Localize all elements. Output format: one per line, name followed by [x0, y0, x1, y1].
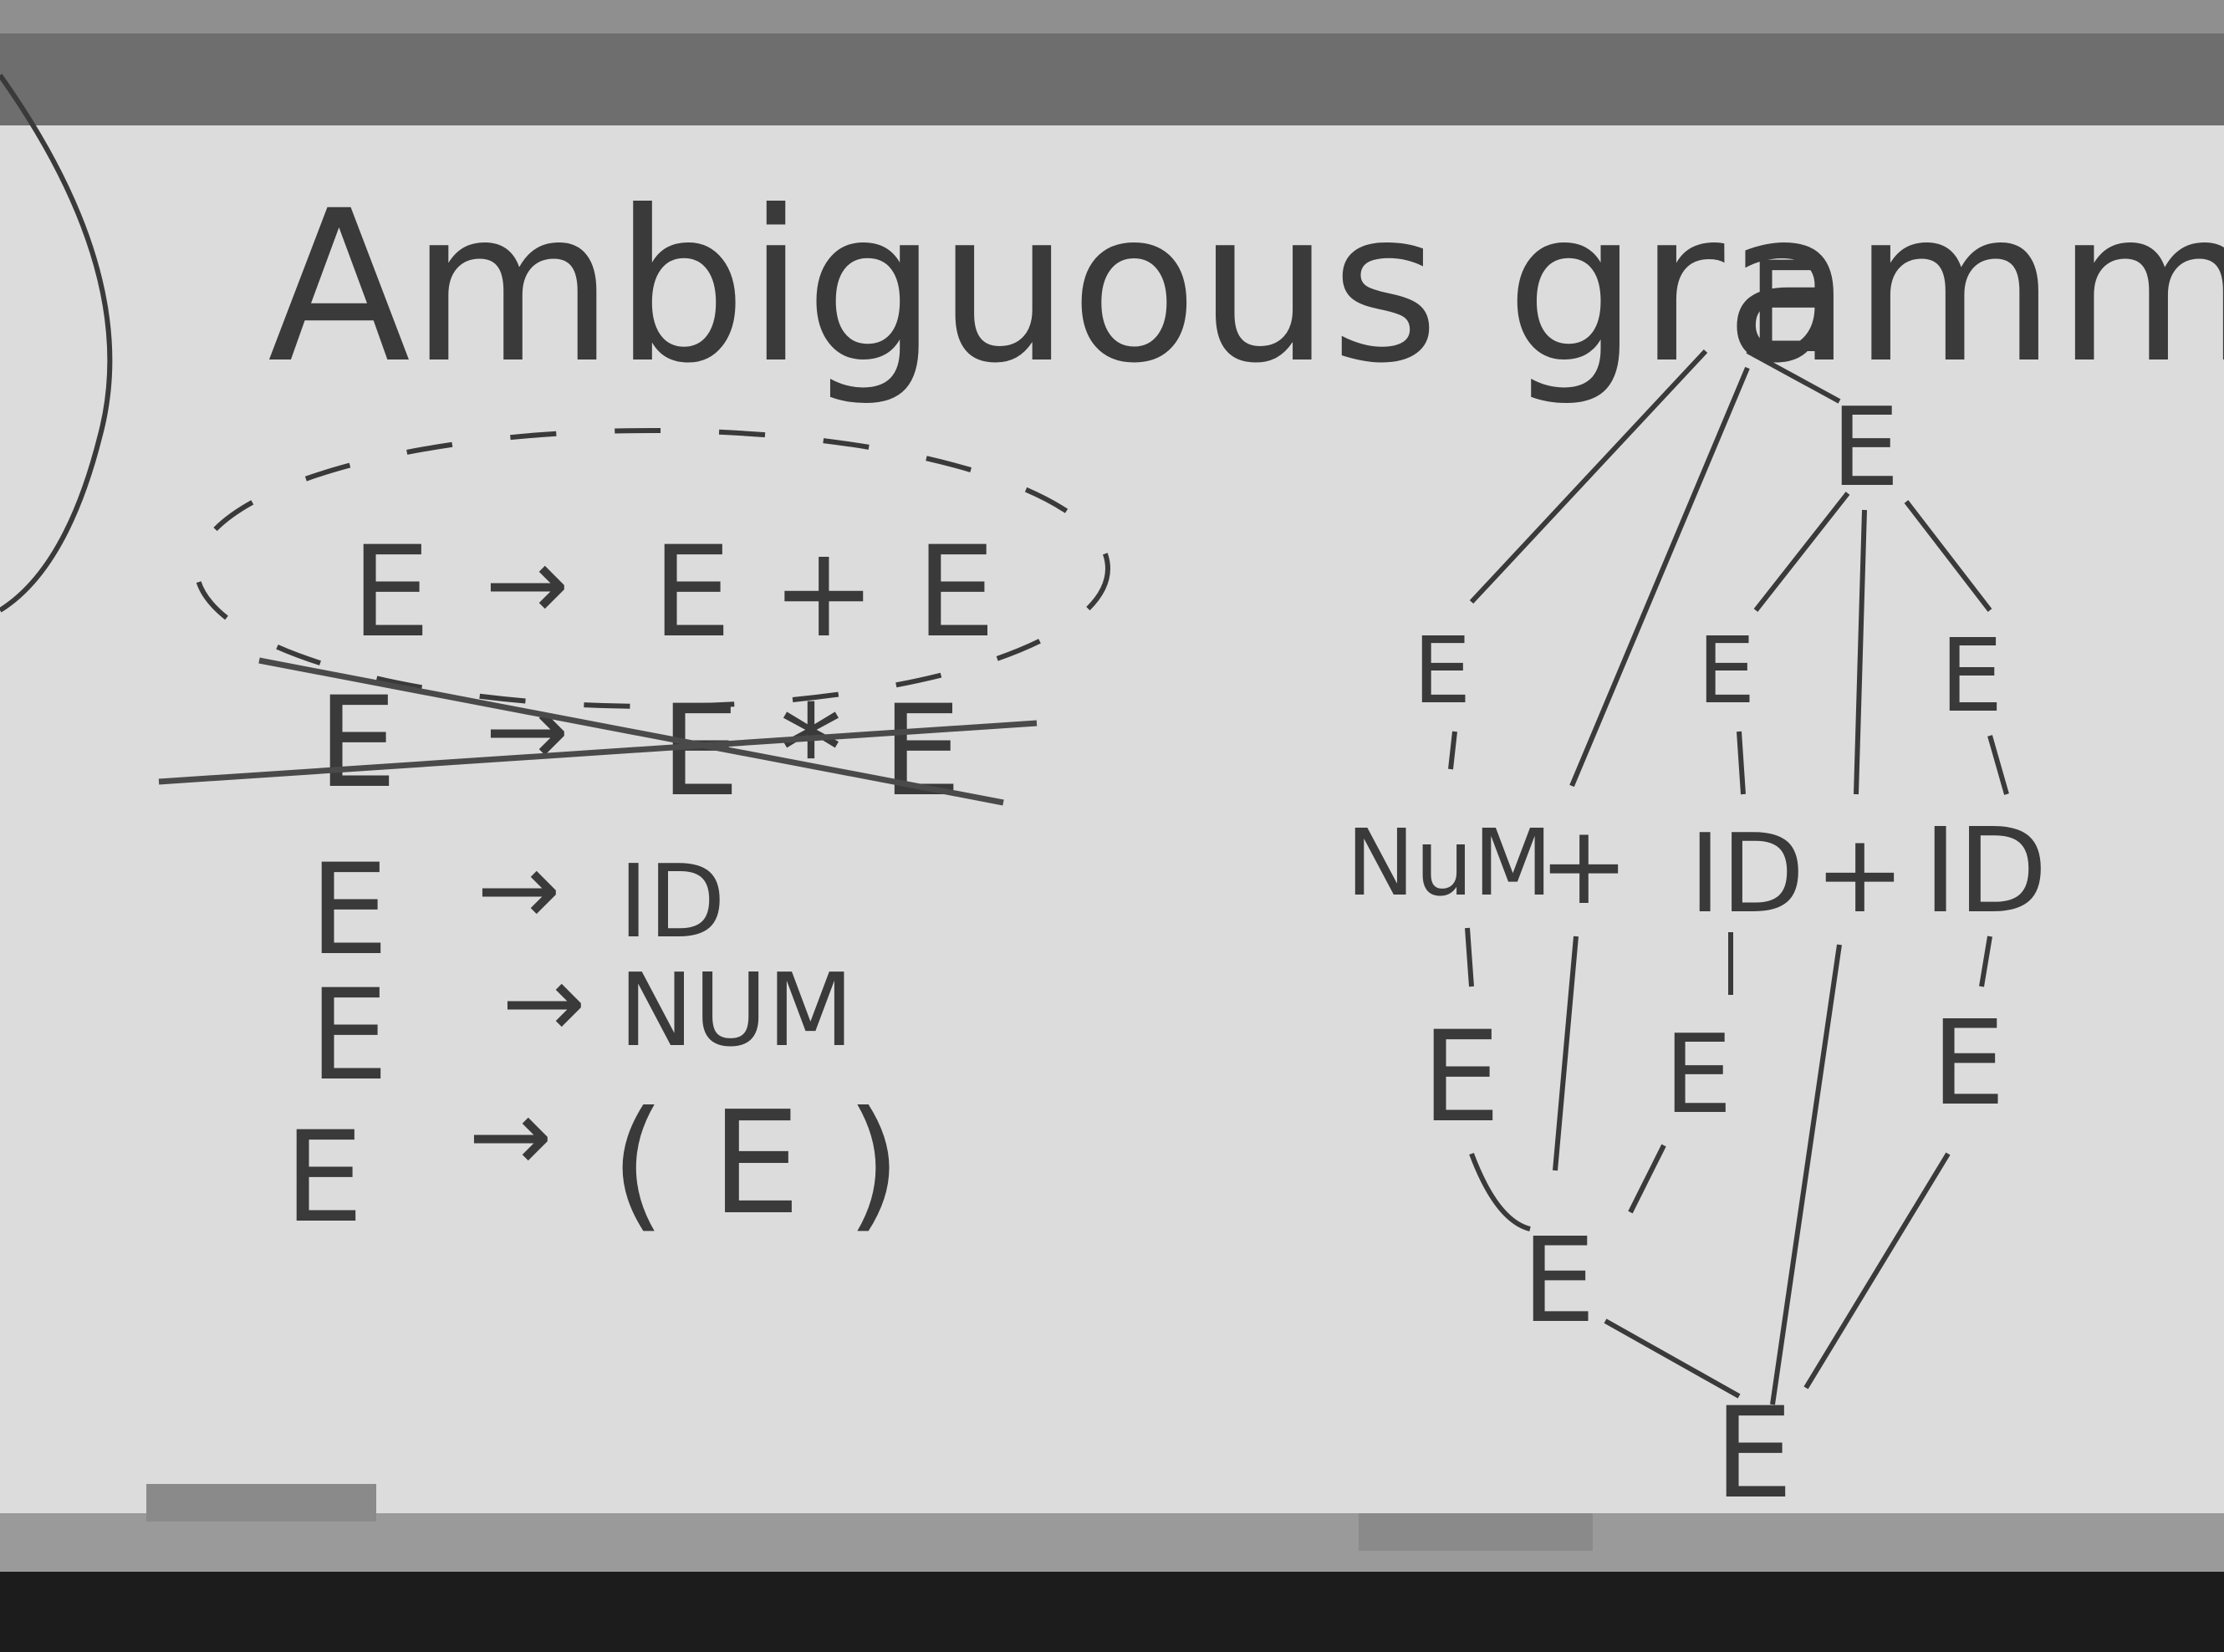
token-num: NuM — [1346, 809, 1553, 916]
eraser-right — [1359, 1513, 1593, 1551]
rule-1-lhs: E — [351, 520, 431, 665]
tree-top-root: E — [1747, 236, 1827, 381]
rule-2-lhs: E — [318, 670, 397, 816]
token-id-1: ID — [1689, 810, 1804, 937]
rule-5-lhs: E — [284, 1105, 364, 1251]
rule-3-rhs: ID — [619, 844, 726, 961]
floor-shadow — [0, 1572, 2224, 1652]
eraser-left — [146, 1484, 376, 1522]
board-tray — [0, 1513, 2224, 1572]
rule-5-rhs: ( E ) — [610, 1081, 901, 1247]
board-top-frame — [0, 33, 2224, 125]
wall — [0, 0, 2224, 33]
token-id-2: ID — [1923, 803, 2048, 940]
token-plus-1: + — [1538, 802, 1630, 929]
rule-5-arrow: → — [468, 1078, 553, 1195]
tree-top-right-e: E — [1940, 619, 2003, 735]
rule-1-rhs: E + E — [652, 520, 996, 665]
tree-bottom-e4: E — [1522, 1213, 1595, 1349]
tree-bottom-e1: E — [1421, 1005, 1501, 1150]
rule-4-lhs: E — [309, 963, 389, 1109]
rule-4-rhs: NUM — [619, 953, 854, 1069]
token-plus-2: + — [1814, 810, 1905, 937]
rule-1-arrow: → — [485, 527, 569, 643]
tree-bottom-e2: E — [1664, 1011, 1732, 1138]
tree-top-mid-e: E — [1697, 617, 1756, 724]
rule-3-arrow: → — [477, 832, 561, 948]
rule-2-rhs: E * E — [661, 679, 962, 824]
tree-bottom-root: E — [1714, 1381, 1793, 1527]
rule-4-arrow: → — [502, 945, 586, 1061]
rule-3-lhs: E — [309, 838, 389, 983]
rule-2-arrow: → — [485, 673, 569, 789]
tree-top-child: E — [1831, 384, 1900, 511]
whiteboard-photo: Ambiguous grammars E → E + E E → E * E E… — [0, 0, 2224, 1652]
board-title: Ambiguous grammars — [268, 166, 2224, 409]
tree-bottom-e3: E — [1931, 996, 2005, 1132]
tree-top-left-e: E — [1413, 617, 1472, 724]
